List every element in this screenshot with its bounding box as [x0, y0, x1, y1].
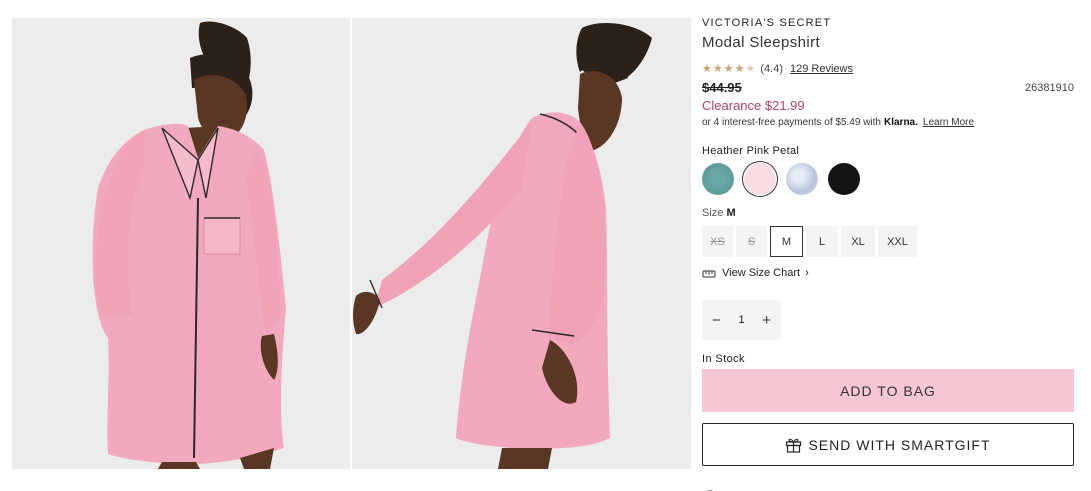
size-label: Size M [702, 207, 736, 219]
rating-value: (4.4) [760, 63, 783, 75]
size-option-l[interactable]: L [806, 226, 838, 257]
klarna-logo: Klarna. [883, 117, 918, 128]
size-option-m[interactable]: M [770, 226, 803, 257]
size-label-text: Size [702, 207, 724, 219]
selected-size-value: M [726, 207, 736, 219]
color-swatch-blue-floral[interactable] [786, 163, 818, 195]
product-image-front[interactable] [12, 18, 350, 469]
gift-icon [786, 438, 802, 453]
klarna-installments: or 4 interest-free payments of $5.49 wit… [702, 117, 974, 128]
stock-status: In Stock [702, 353, 745, 365]
star-icon: ★ [723, 62, 734, 75]
color-swatch-black[interactable] [828, 163, 860, 195]
add-to-bag-label: ADD TO BAG [840, 382, 936, 399]
star-icon: ★ [734, 62, 745, 75]
original-price: $44.95 [702, 80, 742, 95]
product-info-panel: VICTORIA'S SECRET Modal Sleepshirt ★ ★ ★… [702, 0, 1074, 491]
smartgift-label: SEND WITH SMARTGIFT [808, 436, 991, 453]
view-size-chart-link[interactable]: View Size Chart › [702, 267, 809, 279]
quantity-decrease-button[interactable]: − [712, 313, 721, 328]
product-gallery [12, 18, 691, 469]
product-image-side[interactable] [352, 18, 691, 469]
color-swatch-heather-pink-petal[interactable] [744, 163, 776, 195]
star-icon: ★ [745, 62, 756, 75]
quantity-stepper: − 1 + [702, 300, 781, 340]
ruler-icon [702, 270, 716, 277]
star-icon: ★ [702, 62, 712, 75]
klarna-learn-more-link[interactable]: Learn More [923, 117, 974, 128]
rating-row: ★ ★ ★ ★ ★ (4.4) 129 Reviews [702, 63, 853, 75]
size-option-xl[interactable]: XL [841, 226, 875, 257]
size-chart-label: View Size Chart [722, 267, 801, 279]
klarna-text: or 4 interest-free payments of $5.49 wit… [702, 117, 881, 128]
product-sku: 26381910 [1025, 82, 1074, 94]
color-swatches [702, 163, 870, 195]
selected-color-label: Heather Pink Petal [702, 145, 800, 157]
size-option-s[interactable]: S [736, 226, 767, 257]
truncated-delivery-info [702, 484, 962, 491]
size-options: XS S M L XL XXL [702, 226, 920, 257]
add-to-bag-button[interactable]: ADD TO BAG [702, 369, 1074, 412]
clearance-price: Clearance $21.99 [702, 98, 805, 113]
product-title: Modal Sleepshirt [702, 34, 821, 51]
model-side-illustration [352, 18, 691, 469]
size-option-xxl[interactable]: XXL [878, 226, 917, 257]
reviews-link[interactable]: 129 Reviews [790, 63, 853, 75]
model-front-illustration [12, 18, 350, 469]
quantity-increase-button[interactable]: + [762, 313, 771, 328]
size-option-xs[interactable]: XS [702, 226, 733, 257]
quantity-value[interactable]: 1 [738, 314, 744, 326]
brand-name: VICTORIA'S SECRET [702, 17, 832, 29]
send-with-smartgift-button[interactable]: SEND WITH SMARTGIFT [702, 423, 1074, 466]
rating-stars: ★ ★ ★ ★ ★ [702, 62, 756, 75]
star-icon: ★ [712, 62, 723, 75]
color-swatch-teal[interactable] [702, 163, 734, 195]
chevron-right-icon: › [805, 267, 809, 279]
